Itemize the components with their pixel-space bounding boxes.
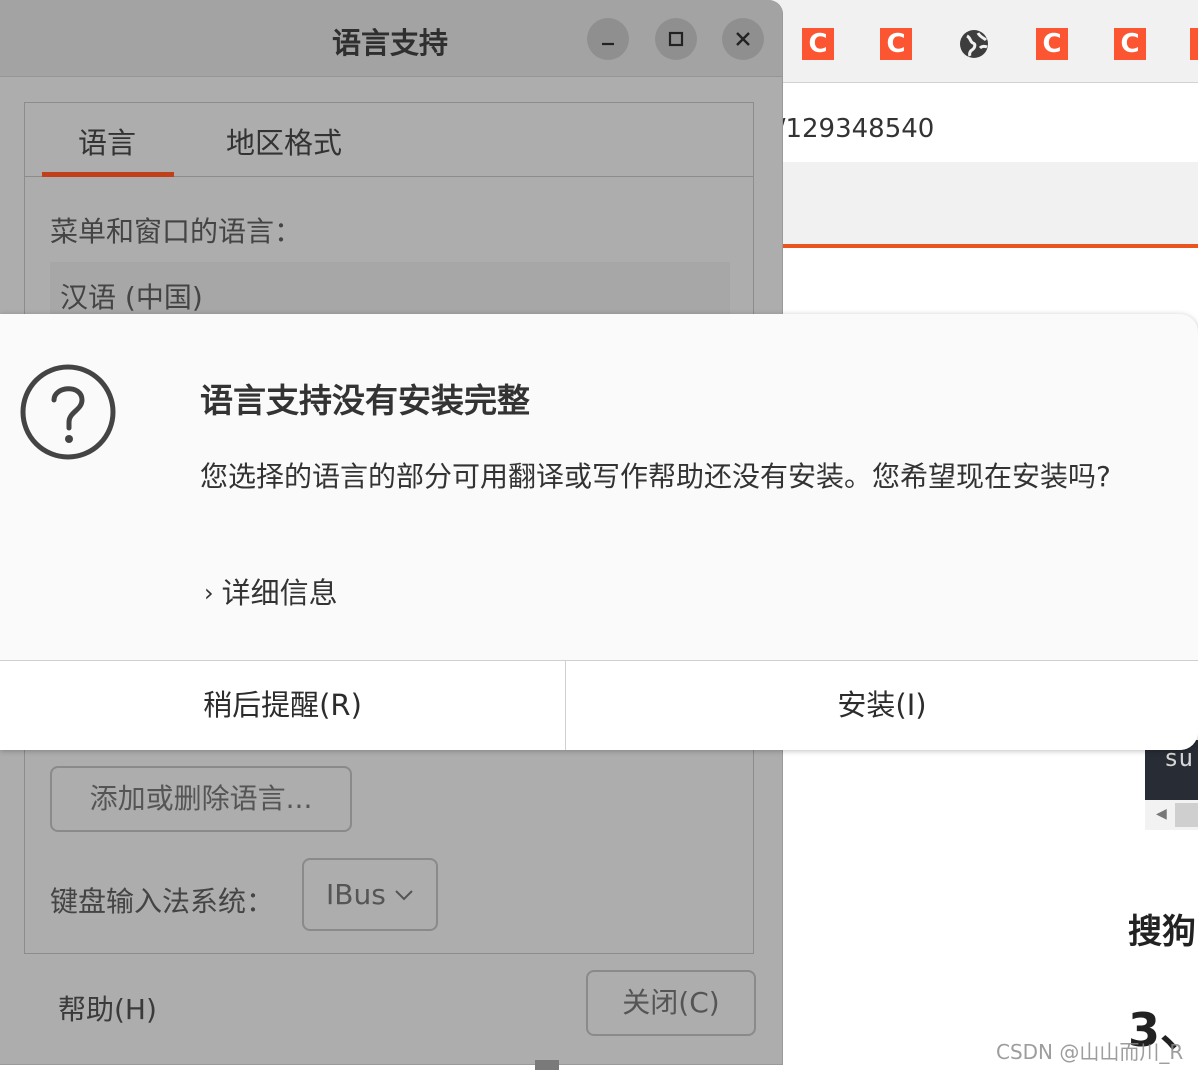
globe-icon[interactable] [958, 28, 990, 60]
add-remove-languages-button[interactable]: 添加或删除语言... [50, 766, 352, 832]
language-list-item[interactable]: 汉语 (中国) [60, 276, 203, 316]
scroll-left-arrow-icon[interactable]: ◀ [1156, 806, 1167, 822]
active-tab-indicator [42, 172, 174, 177]
menu-language-label: 菜单和窗口的语言： [50, 215, 303, 248]
tab-language[interactable]: 语言 [78, 120, 136, 162]
scrollbar-thumb[interactable] [1175, 803, 1198, 827]
csdn-tab-icon[interactable]: C [1036, 28, 1068, 60]
close-button[interactable]: 关闭(C) [586, 970, 756, 1036]
window-resize-handle[interactable] [535, 1060, 559, 1070]
csdn-tab-icon[interactable]: C [880, 28, 912, 60]
csdn-tab-icon[interactable] [1190, 28, 1198, 60]
minimize-button[interactable] [587, 18, 629, 60]
tab-regional-formats[interactable]: 地区格式 [226, 120, 342, 162]
csdn-tab-icon[interactable]: C [1114, 28, 1146, 60]
maximize-button[interactable] [655, 18, 697, 60]
keyboard-input-dropdown[interactable]: IBus [302, 858, 438, 931]
question-icon [20, 364, 116, 460]
article-heading: 搜狗 [1128, 912, 1196, 952]
url-text[interactable]: r/129348540 [766, 114, 934, 144]
keyboard-input-label: 键盘输入法系统： [50, 885, 275, 918]
details-label: 详细信息 [221, 576, 338, 610]
details-expander[interactable]: › 详细信息 [204, 570, 338, 612]
watermark: CSDN @山山而川_R [996, 1040, 1184, 1064]
maximize-icon [668, 31, 684, 47]
dialog-title: 语言支持没有安装完整 [200, 381, 530, 420]
help-button[interactable]: 帮助(H) [58, 988, 157, 1028]
window-header: 语言支持 [0, 0, 782, 77]
csdn-tab-icon[interactable]: C [802, 28, 834, 60]
chevron-down-icon [395, 890, 413, 901]
remind-later-button[interactable]: 稍后提醒(R) [0, 661, 565, 750]
chevron-right-icon: › [204, 579, 214, 607]
dialog-message: 您选择的语言的部分可用翻译或写作帮助还没有安装。您希望现在安装吗? [200, 460, 1111, 493]
minimize-icon [602, 42, 614, 46]
keyboard-input-value: IBus [326, 878, 386, 911]
close-icon [736, 32, 750, 46]
window-close-button[interactable] [722, 18, 764, 60]
install-button[interactable]: 安装(I) [566, 661, 1198, 750]
